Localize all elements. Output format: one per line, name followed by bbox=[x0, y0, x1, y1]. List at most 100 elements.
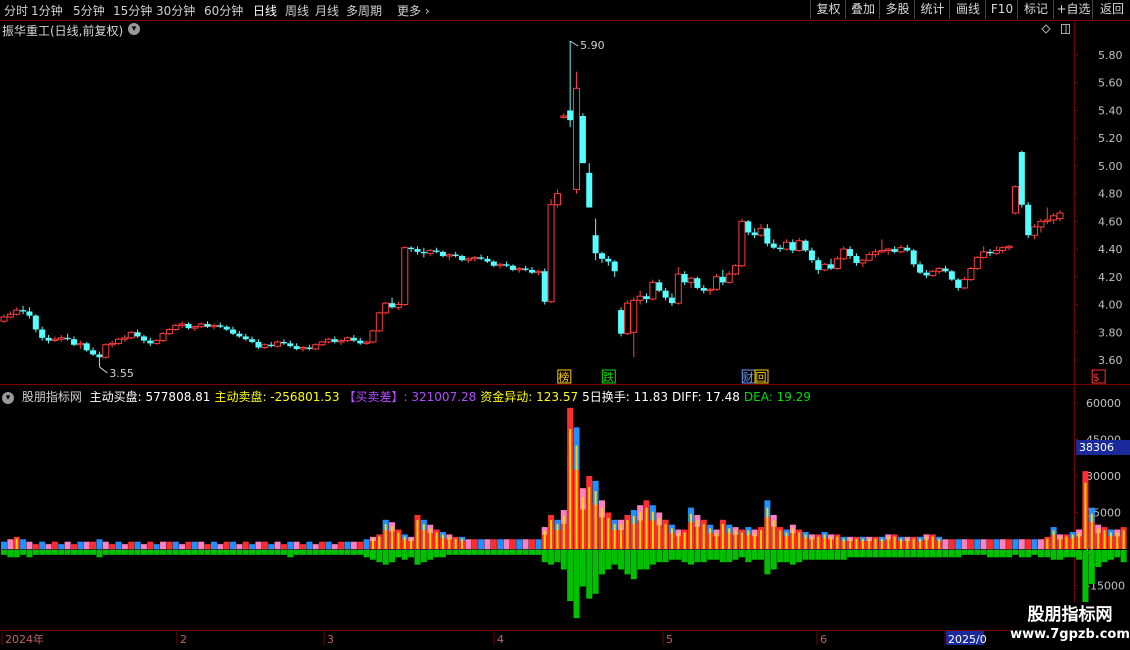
vol-buy-core-145 bbox=[925, 536, 928, 549]
candle-body-93 bbox=[592, 235, 599, 254]
candle-body-46 bbox=[293, 346, 300, 349]
vol-sell-bar-154 bbox=[980, 550, 987, 555]
candle-body-136 bbox=[865, 254, 873, 261]
candle-body-94 bbox=[598, 253, 605, 259]
vol-sell-bar-137 bbox=[872, 550, 879, 558]
vol-sell-bar-108 bbox=[688, 550, 695, 565]
vol-sell-bar-47 bbox=[299, 550, 306, 555]
candle-body-150 bbox=[955, 279, 962, 288]
vol-buy-bar-82 bbox=[522, 539, 529, 549]
vol-sell-bar-23 bbox=[147, 550, 154, 555]
candle-body-55 bbox=[350, 337, 357, 341]
candle-body-135 bbox=[859, 259, 867, 264]
vol-buy-core-60 bbox=[384, 524, 387, 549]
vol-buy-core-171 bbox=[1090, 513, 1093, 549]
candle-body-87 bbox=[553, 193, 561, 206]
price-tick-11: 3.60 bbox=[1098, 354, 1123, 367]
candle-body-73 bbox=[464, 258, 472, 261]
vol-buy-bar-29 bbox=[185, 541, 192, 549]
candle-body-1 bbox=[6, 313, 14, 318]
candle-body-124 bbox=[789, 242, 796, 251]
vol-sell-bar-172 bbox=[1095, 550, 1102, 568]
vol-sell-bar-58 bbox=[369, 550, 376, 560]
vol-sell-bar-78 bbox=[497, 550, 504, 555]
vol-buy-core-136 bbox=[868, 538, 871, 549]
vol-buy-core-65 bbox=[416, 520, 419, 549]
vol-buy-core-62 bbox=[397, 532, 400, 549]
vol-sell-bar-70 bbox=[446, 550, 453, 555]
vol-sell-bar-67 bbox=[427, 550, 434, 560]
vol-sell-bar-103 bbox=[656, 550, 663, 563]
vol-buy-bar-153 bbox=[974, 539, 981, 549]
vol-sell-bar-39 bbox=[249, 550, 256, 555]
vol-sell-bar-56 bbox=[357, 550, 364, 555]
candle-body-40 bbox=[255, 341, 262, 348]
vol-buy-bar-15 bbox=[96, 539, 103, 549]
candle-body-125 bbox=[795, 240, 803, 251]
vol-sell-bar-111 bbox=[707, 550, 714, 560]
vol-sell-bar-112 bbox=[713, 550, 720, 560]
vol-buy-bar-149 bbox=[948, 539, 955, 549]
vol-buy-bar-23 bbox=[147, 541, 154, 549]
candle-body-131 bbox=[833, 258, 841, 269]
vol-sell-bar-126 bbox=[802, 550, 809, 560]
vol-sell-bar-89 bbox=[567, 550, 574, 602]
vol-sell-bar-31 bbox=[198, 550, 205, 555]
vol-sell-bar-140 bbox=[891, 550, 898, 558]
vol-buy-bar-21 bbox=[134, 541, 141, 549]
vol-buy-core-95 bbox=[607, 517, 610, 549]
vol-buy-core-103 bbox=[658, 517, 661, 549]
candle-body-70 bbox=[445, 254, 453, 257]
vol-sell-bar-24 bbox=[153, 550, 160, 555]
candle-body-81 bbox=[515, 268, 523, 271]
vol-sell-bar-133 bbox=[847, 550, 854, 558]
vol-buy-core-172 bbox=[1097, 528, 1100, 549]
candle-body-134 bbox=[853, 256, 860, 263]
candle-body-44 bbox=[280, 341, 287, 344]
vol-buy-bar-151 bbox=[961, 539, 968, 549]
vol-buy-core-69 bbox=[441, 534, 444, 549]
vol-sell-bar-38 bbox=[242, 550, 249, 555]
candle-body-128 bbox=[815, 260, 822, 270]
indicator-values: 主动买盘: 577808.81 主动卖盘: -256801.53 【买卖差】: 32… bbox=[90, 390, 815, 404]
vol-buy-core-68 bbox=[435, 532, 438, 549]
vol-buy-bar-31 bbox=[198, 541, 205, 549]
vol-sell-bar-19 bbox=[121, 550, 128, 555]
candle-body-108 bbox=[687, 277, 695, 283]
vol-buy-bar-0 bbox=[1, 541, 7, 549]
vol-sell-bar-48 bbox=[306, 550, 313, 555]
vol-buy-bar-25 bbox=[160, 541, 167, 549]
candle-body-113 bbox=[719, 276, 726, 283]
candle-body-127 bbox=[808, 250, 815, 261]
vol-buy-bar-45 bbox=[287, 541, 294, 549]
vol-sell-bar-149 bbox=[948, 550, 955, 558]
candle-body-26 bbox=[165, 329, 173, 335]
vol-sell-bar-141 bbox=[897, 550, 904, 558]
vol-sell-bar-79 bbox=[503, 550, 510, 555]
vol-sell-bar-131 bbox=[834, 550, 841, 560]
candle-body-62 bbox=[394, 304, 402, 308]
vol-buy-core-112 bbox=[715, 532, 718, 549]
vol-buy-bar-81 bbox=[516, 539, 523, 549]
candle-body-104 bbox=[662, 290, 669, 298]
candle-body-41 bbox=[261, 344, 269, 349]
chevron-down-icon[interactable]: ▾ bbox=[2, 391, 14, 404]
candle-body-140 bbox=[891, 249, 898, 252]
vol-sell-bar-71 bbox=[452, 550, 459, 555]
vol-sell-bar-11 bbox=[70, 550, 77, 555]
vol-buy-core-140 bbox=[893, 536, 896, 549]
vol-sell-bar-118 bbox=[751, 550, 758, 560]
vol-buy-core-119 bbox=[760, 530, 763, 549]
vol-buy-core-138 bbox=[880, 538, 883, 549]
vol-sell-bar-101 bbox=[643, 550, 650, 570]
watermark-title: 股朋指标网 bbox=[1027, 605, 1113, 625]
candle-body-4 bbox=[26, 311, 33, 316]
vol-sell-bar-76 bbox=[484, 550, 491, 555]
vol-buy-core-117 bbox=[747, 530, 750, 549]
candle-body-106 bbox=[674, 273, 682, 304]
vol-sell-bar-155 bbox=[987, 550, 994, 558]
indicator-header: ▾ 股朋指标网 主动买盘: 577808.81 主动卖盘: -256801.53 【… bbox=[2, 388, 819, 405]
vol-buy-bar-74 bbox=[471, 539, 478, 549]
vol-buy-bar-46 bbox=[293, 541, 300, 549]
vol-sell-bar-125 bbox=[796, 550, 803, 563]
